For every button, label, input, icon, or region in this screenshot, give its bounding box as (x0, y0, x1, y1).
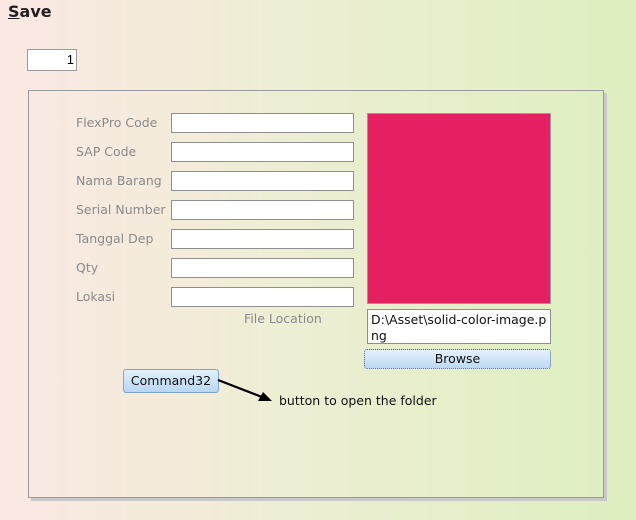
annotation-text: button to open the folder (279, 393, 437, 408)
form-window: { "header": { "save_label_underlined": "… (0, 0, 636, 520)
annotation-arrow-icon (217, 378, 272, 401)
